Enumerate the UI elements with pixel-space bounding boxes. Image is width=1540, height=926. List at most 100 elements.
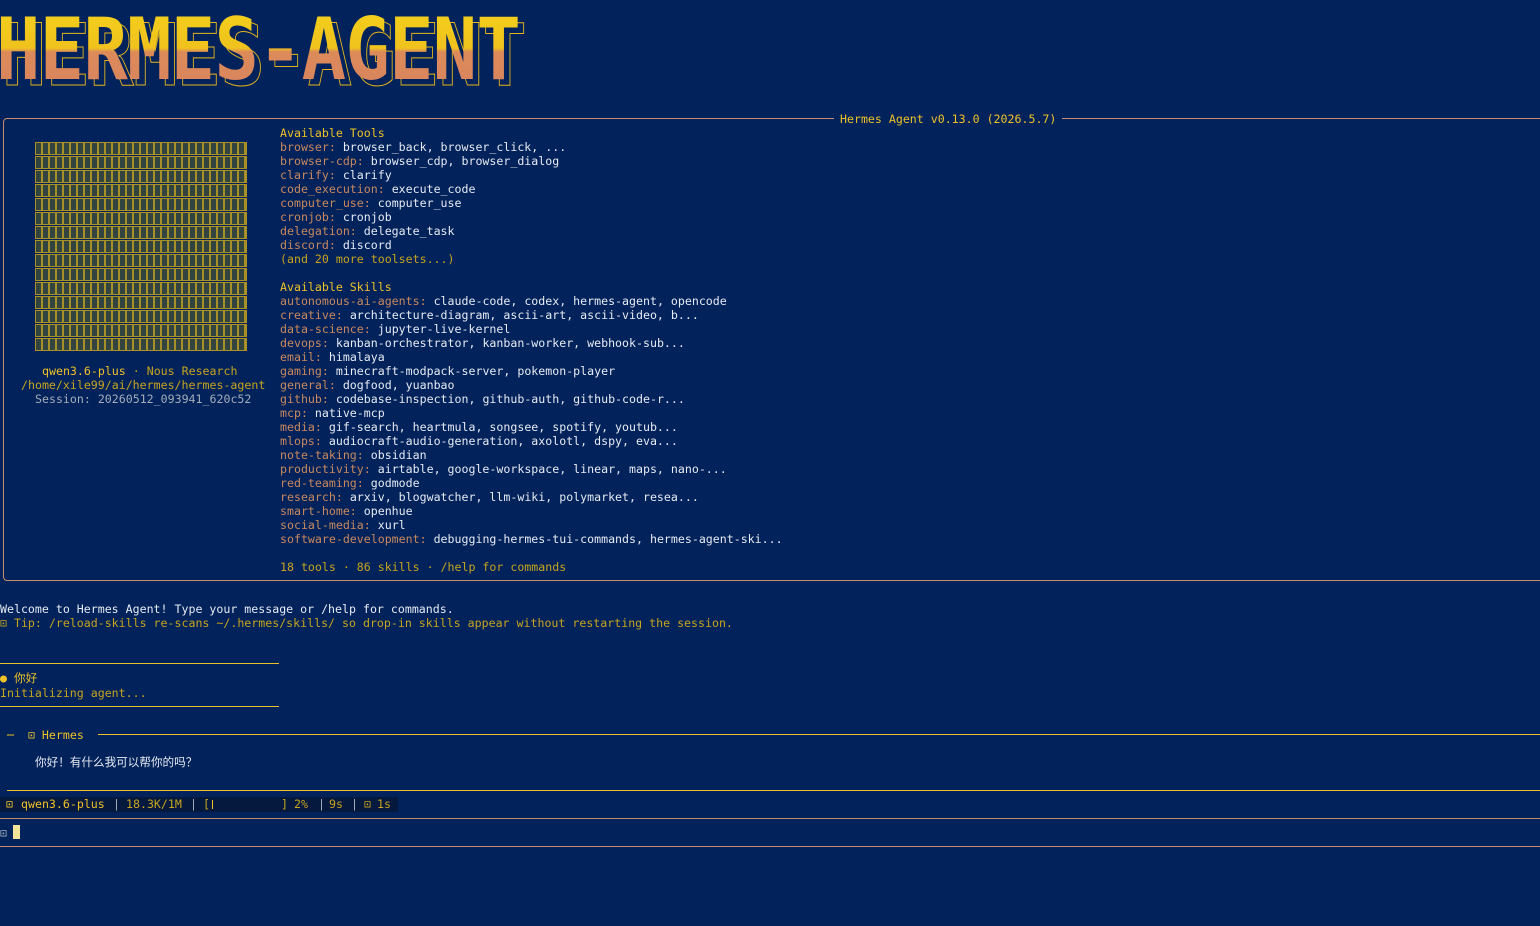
skill-row: social-media: xurl xyxy=(280,518,406,532)
tool-key: computer_use: xyxy=(280,196,371,210)
skill-key: gaming: xyxy=(280,364,329,378)
tool-row: clarify: clarify xyxy=(280,168,392,182)
input-bottom-divider xyxy=(0,846,1540,847)
skill-value: xurl xyxy=(377,518,406,532)
context-usage-bar xyxy=(212,800,278,809)
tool-key: browser-cdp: xyxy=(280,154,364,168)
skill-value: gif-search, heartmula, songsee, spotify,… xyxy=(328,420,678,434)
context-percent: 2% xyxy=(294,797,308,811)
skill-key: data-science: xyxy=(280,322,371,336)
reply-dash: ─ xyxy=(7,728,14,742)
app-banner: HERMES-AGENT xyxy=(0,2,521,98)
skill-key: creative: xyxy=(280,308,343,322)
welcome-text: Welcome to Hermes Agent! Type your messa… xyxy=(0,602,454,616)
message-input[interactable] xyxy=(12,822,1532,842)
tool-value: discord xyxy=(342,238,392,252)
init-status: Initializing agent... xyxy=(0,686,147,700)
more-toolsets: (and 20 more toolsets...) xyxy=(280,252,455,266)
reply-header: ─ ⊡ Hermes xyxy=(7,728,84,742)
session-id: Session: 20260512_093941_620c52 xyxy=(35,392,252,406)
skill-key: media: xyxy=(280,420,322,434)
skill-row: creative: architecture-diagram, ascii-ar… xyxy=(280,308,699,322)
tool-row: discord: discord xyxy=(280,238,392,252)
skills-heading: Available Skills xyxy=(280,280,392,294)
skill-value: jupyter-live-kernel xyxy=(377,322,511,336)
skill-value: godmode xyxy=(370,476,420,490)
skill-value: minecraft-modpack-server, pokemon-player xyxy=(335,364,616,378)
elapsed-time: 9s xyxy=(329,797,343,811)
skill-row: productivity: airtable, google-workspace… xyxy=(280,462,727,476)
text-cursor xyxy=(13,825,20,839)
status-tokens: 18.3K/1M xyxy=(126,797,182,811)
skill-key: research: xyxy=(280,490,343,504)
skill-row: software-development: debugging-hermes-t… xyxy=(280,532,783,546)
skill-row: mlops: audiocraft-audio-generation, axol… xyxy=(280,434,678,448)
panel-summary: 18 tools · 86 skills · /help for command… xyxy=(280,560,567,574)
skill-row: devops: kanban-orchestrator, kanban-work… xyxy=(280,336,685,350)
status-top-divider xyxy=(7,790,1540,791)
user-message-top-divider xyxy=(0,663,279,664)
skill-key: software-development: xyxy=(280,532,427,546)
skill-key: social-media: xyxy=(280,518,371,532)
tool-key: browser: xyxy=(280,140,336,154)
skill-value: claude-code, codex, hermes-agent, openco… xyxy=(433,294,727,308)
skill-row: data-science: jupyter-live-kernel xyxy=(280,322,510,336)
skill-row: smart-home: openhue xyxy=(280,504,413,518)
skill-row: media: gif-search, heartmula, songsee, s… xyxy=(280,420,678,434)
status-model: qwen3.6-plus xyxy=(21,797,105,811)
dot-separator: · xyxy=(132,364,140,378)
tool-row: browser-cdp: browser_cdp, browser_dialog xyxy=(280,154,559,168)
tool-key: delegation: xyxy=(280,224,357,238)
tool-key: clarify: xyxy=(280,168,336,182)
skill-value: dogfood, yuanbao xyxy=(342,378,455,392)
skill-value: native-mcp xyxy=(314,406,385,420)
skill-value: debugging-hermes-tui-commands, hermes-ag… xyxy=(433,532,783,546)
workdir-path: /home/xile99/ai/hermes/hermes-agent xyxy=(21,378,266,392)
skill-value: openhue xyxy=(363,504,413,518)
hermes-icon: ⊡ xyxy=(27,728,35,742)
reply-speaker: Hermes xyxy=(41,728,84,742)
skill-value: himalaya xyxy=(328,350,385,364)
tool-value: execute_code xyxy=(391,182,476,196)
tool-value: browser_back, browser_click, ... xyxy=(342,140,567,154)
context-bar-close: ] xyxy=(281,797,288,811)
skill-key: email: xyxy=(280,350,322,364)
model-provider-line: qwen3.6-plus · Nous Research xyxy=(42,364,237,378)
tool-row: delegation: delegate_task xyxy=(280,224,455,238)
timer-icon: ⊡ xyxy=(364,797,371,811)
tool-key: cronjob: xyxy=(280,210,336,224)
skill-row: general: dogfood, yuanbao xyxy=(280,378,455,392)
tool-value: cronjob xyxy=(342,210,392,224)
skill-row: red-teaming: godmode xyxy=(280,476,420,490)
panel-title: Hermes Agent v0.13.0 (2026.5.7) xyxy=(834,112,1063,126)
user-message-bottom-divider xyxy=(0,706,279,707)
tool-key: code_execution: xyxy=(280,182,385,196)
skill-row: email: himalaya xyxy=(280,350,385,364)
tip-text: ⊡ Tip: /reload-skills re-scans ~/.hermes… xyxy=(0,616,733,630)
tool-key: discord: xyxy=(280,238,336,252)
user-message: ● 你好 xyxy=(0,671,37,685)
tool-row: browser: browser_back, browser_click, ..… xyxy=(280,140,566,154)
skill-row: github: codebase-inspection, github-auth… xyxy=(280,392,685,406)
skill-key: github: xyxy=(280,392,329,406)
tool-value: clarify xyxy=(342,168,392,182)
skill-key: autonomous-ai-agents: xyxy=(280,294,427,308)
skill-row: mcp: native-mcp xyxy=(280,406,385,420)
skill-row: note-taking: obsidian xyxy=(280,448,427,462)
skill-value: architecture-diagram, ascii-art, ascii-v… xyxy=(349,308,699,322)
skill-key: general: xyxy=(280,378,336,392)
prompt-icon: ⊡ xyxy=(0,826,7,840)
input-top-divider xyxy=(0,818,1540,819)
user-bullet-icon: ● xyxy=(0,671,7,685)
skill-key: note-taking: xyxy=(280,448,364,462)
tool-value: browser_cdp, browser_dialog xyxy=(370,154,560,168)
skill-value: audiocraft-audio-generation, axolotl, ds… xyxy=(328,434,678,448)
skill-key: smart-home: xyxy=(280,504,357,518)
skill-key: mlops: xyxy=(280,434,322,448)
reply-text: 你好！有什么我可以帮你的吗？ xyxy=(35,755,198,769)
skill-value: kanban-orchestrator, kanban-worker, webh… xyxy=(335,336,685,350)
context-bar-open: [ xyxy=(203,797,210,811)
skill-value: obsidian xyxy=(370,448,427,462)
skill-row: gaming: minecraft-modpack-server, pokemo… xyxy=(280,364,615,378)
skill-key: devops: xyxy=(280,336,329,350)
